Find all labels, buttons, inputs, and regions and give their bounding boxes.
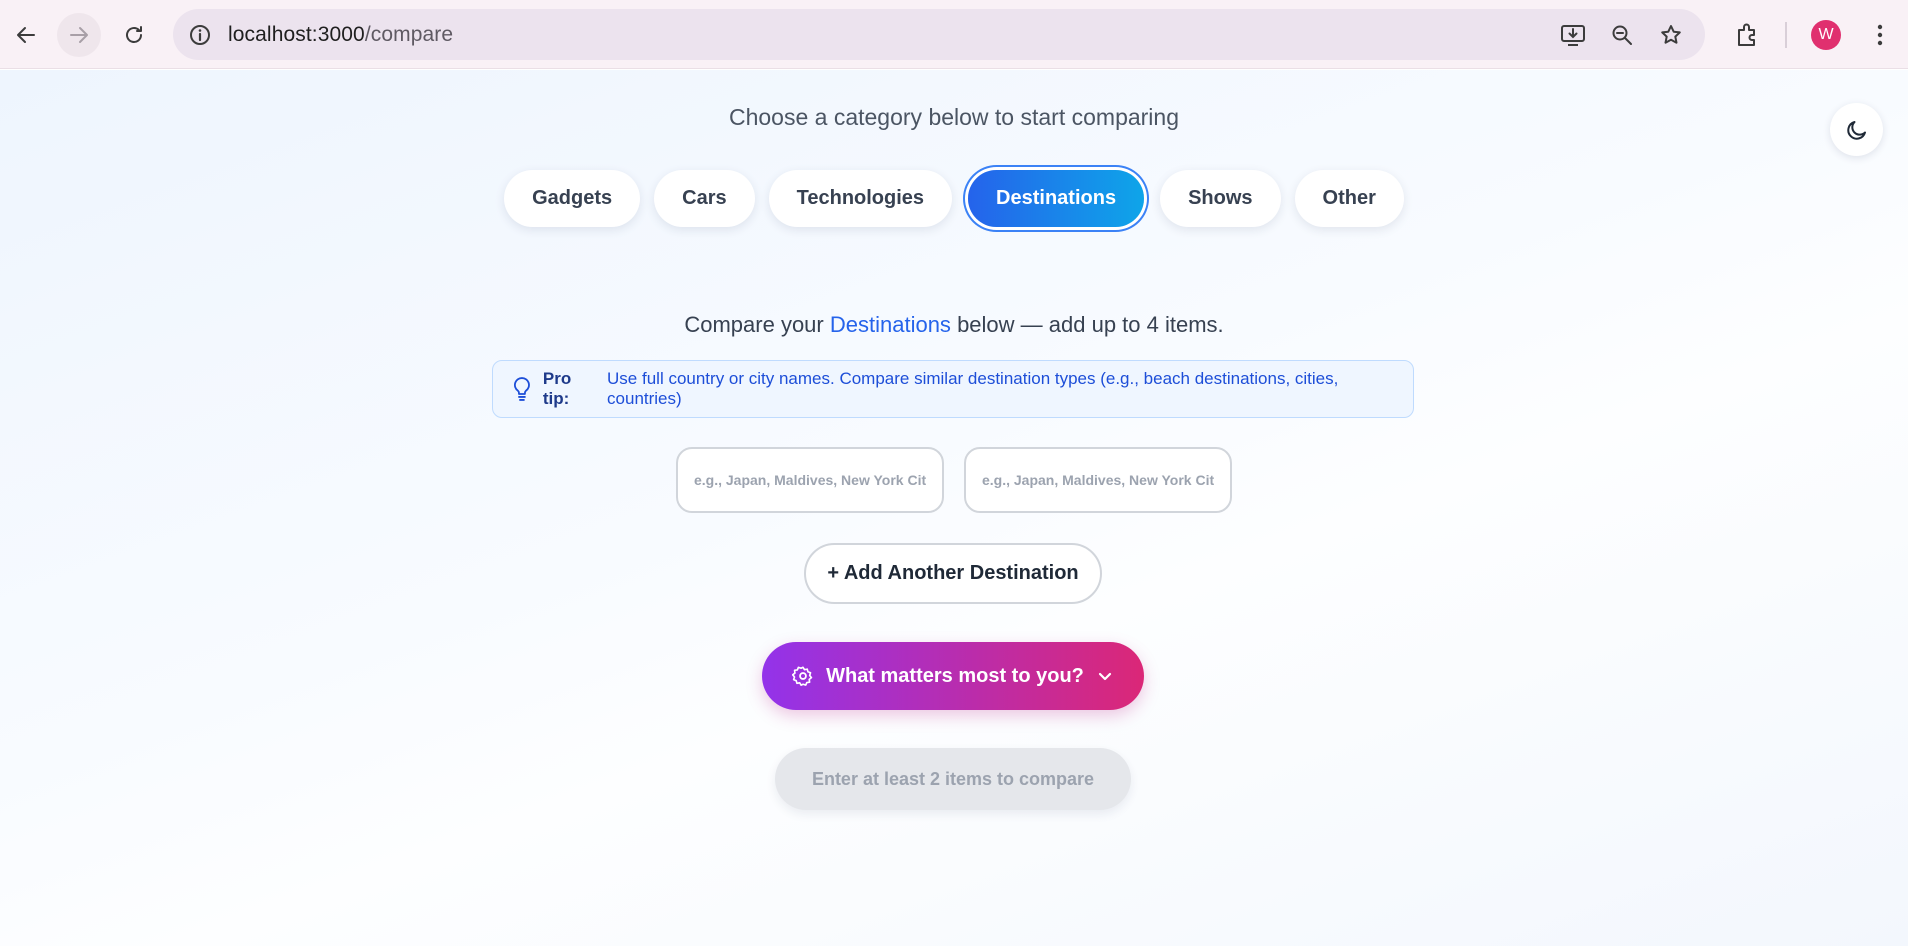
extensions-icon[interactable] xyxy=(1733,21,1761,49)
forward-arrow-icon xyxy=(70,27,88,43)
back-arrow-icon xyxy=(17,27,35,43)
forward-button[interactable] xyxy=(57,13,101,57)
chevron-down-icon xyxy=(1098,672,1111,681)
destination-input-1[interactable] xyxy=(676,447,944,513)
compare-submit-button[interactable]: Enter at least 2 items to compare xyxy=(775,748,1131,810)
site-info-icon[interactable] xyxy=(187,22,213,48)
destination-input-2[interactable] xyxy=(964,447,1232,513)
priorities-label: What matters most to you? xyxy=(826,664,1084,687)
category-shows[interactable]: Shows xyxy=(1160,170,1281,227)
browser-toolbar: localhost:3000/compare W xyxy=(0,0,1908,69)
toolbar-divider xyxy=(1785,22,1787,48)
priorities-button[interactable]: What matters most to you? xyxy=(762,642,1144,710)
back-button[interactable] xyxy=(4,13,48,57)
page-subtitle: Choose a category below to start compari… xyxy=(728,104,1180,130)
zoom-icon[interactable] xyxy=(1609,22,1635,48)
menu-dots-icon[interactable] xyxy=(1866,21,1894,49)
add-destination-button[interactable]: + Add Another Destination xyxy=(804,543,1102,604)
category-destinations[interactable]: Destinations xyxy=(968,170,1145,227)
category-technologies[interactable]: Technologies xyxy=(768,170,953,227)
category-other[interactable]: Other xyxy=(1294,170,1404,227)
pro-tip-text: Use full country or city names. Compare … xyxy=(607,369,1339,408)
category-gadgets[interactable]: Gadgets xyxy=(504,170,641,227)
url-text: localhost:3000/compare xyxy=(228,23,454,46)
compare-instructions: Compare your Destinations below — add up… xyxy=(684,312,1224,337)
pro-tip-banner: Pro tip: Use full country or city names.… xyxy=(492,360,1414,418)
reload-button[interactable] xyxy=(112,13,156,57)
address-bar[interactable]: localhost:3000/compare xyxy=(173,9,1705,60)
gear-icon xyxy=(792,666,813,686)
pro-tip-label: Pro tip: xyxy=(542,369,572,408)
destination-inputs xyxy=(0,447,1908,513)
reload-icon xyxy=(126,26,142,43)
profile-avatar[interactable]: W xyxy=(1811,20,1841,50)
install-app-icon[interactable] xyxy=(1560,22,1586,48)
category-cars[interactable]: Cars xyxy=(654,170,755,227)
compare-page: Choose a category below to start compari… xyxy=(0,70,1908,946)
lightbulb-icon xyxy=(514,377,530,401)
selected-category-label: Destinations xyxy=(829,312,951,337)
bookmark-star-icon[interactable] xyxy=(1658,22,1684,48)
category-tabs: Gadgets Cars Technologies Destinations S… xyxy=(0,170,1908,227)
